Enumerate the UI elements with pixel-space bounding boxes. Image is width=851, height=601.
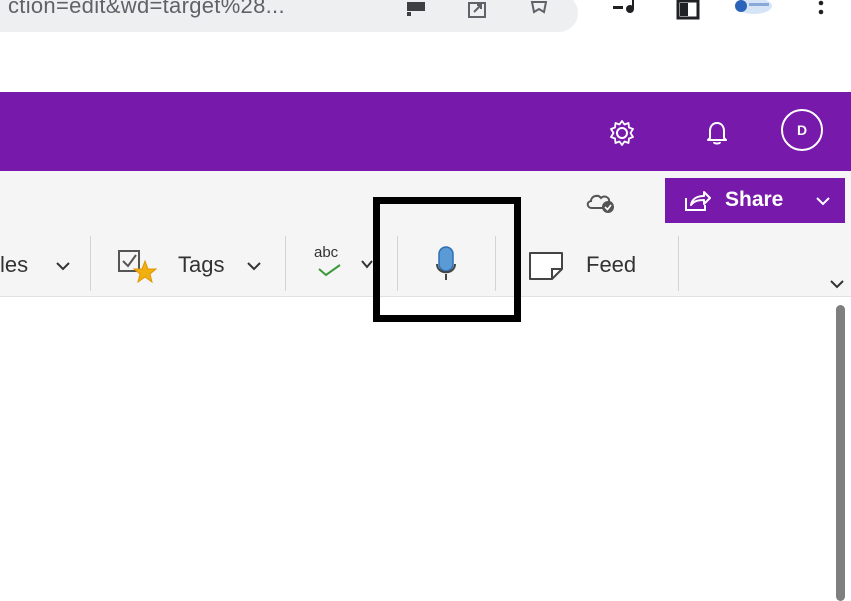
address-bar[interactable]: ction=edit&wd=target%28... <box>0 0 578 32</box>
feed-label[interactable]: Feed <box>586 252 636 278</box>
ribbon-separator <box>90 236 91 291</box>
styles-button-label[interactable]: les <box>0 252 28 278</box>
app-header: D <box>0 92 851 171</box>
chevron-down-icon <box>816 197 830 206</box>
user-avatar[interactable]: D <box>781 109 823 151</box>
spellcheck-text: abc <box>314 244 339 261</box>
share-page-icon[interactable] <box>467 0 489 20</box>
spellcheck-chevron-down-icon[interactable] <box>360 259 374 269</box>
notification-bell-icon[interactable] <box>704 119 730 147</box>
settings-gear-icon[interactable] <box>608 119 636 147</box>
highlight-annotation-box <box>373 197 521 322</box>
share-button[interactable]: Share <box>665 178 845 223</box>
extension-icon[interactable] <box>733 0 775 20</box>
cast-icon[interactable] <box>405 0 429 20</box>
cloud-sync-icon[interactable] <box>584 190 618 214</box>
share-label: Share <box>725 188 784 211</box>
address-bar-text: ction=edit&wd=target%28... <box>8 0 285 18</box>
ribbon-separator <box>678 236 679 291</box>
spellcheck-icon[interactable]: abc <box>314 244 346 282</box>
tags-label[interactable]: Tags <box>178 252 224 278</box>
page-canvas[interactable] <box>0 297 851 601</box>
spellcheck-check-icon <box>318 264 341 277</box>
share-arrow-icon <box>685 191 711 211</box>
kebab-menu-icon[interactable] <box>816 0 826 20</box>
media-control-icon[interactable] <box>612 0 636 20</box>
ribbon-separator <box>285 236 286 291</box>
browser-toolbar: ction=edit&wd=target%28... <box>0 0 851 92</box>
bookmark-star-icon[interactable] <box>528 0 550 20</box>
styles-chevron-down-icon[interactable] <box>55 261 71 271</box>
ribbon-collapse-chevron-icon[interactable] <box>829 279 845 289</box>
vertical-scrollbar[interactable] <box>836 305 845 601</box>
split-view-icon[interactable] <box>676 0 700 20</box>
feed-note-icon[interactable] <box>528 249 566 281</box>
tag-icon[interactable] <box>117 249 159 283</box>
tags-chevron-down-icon[interactable] <box>246 261 262 271</box>
